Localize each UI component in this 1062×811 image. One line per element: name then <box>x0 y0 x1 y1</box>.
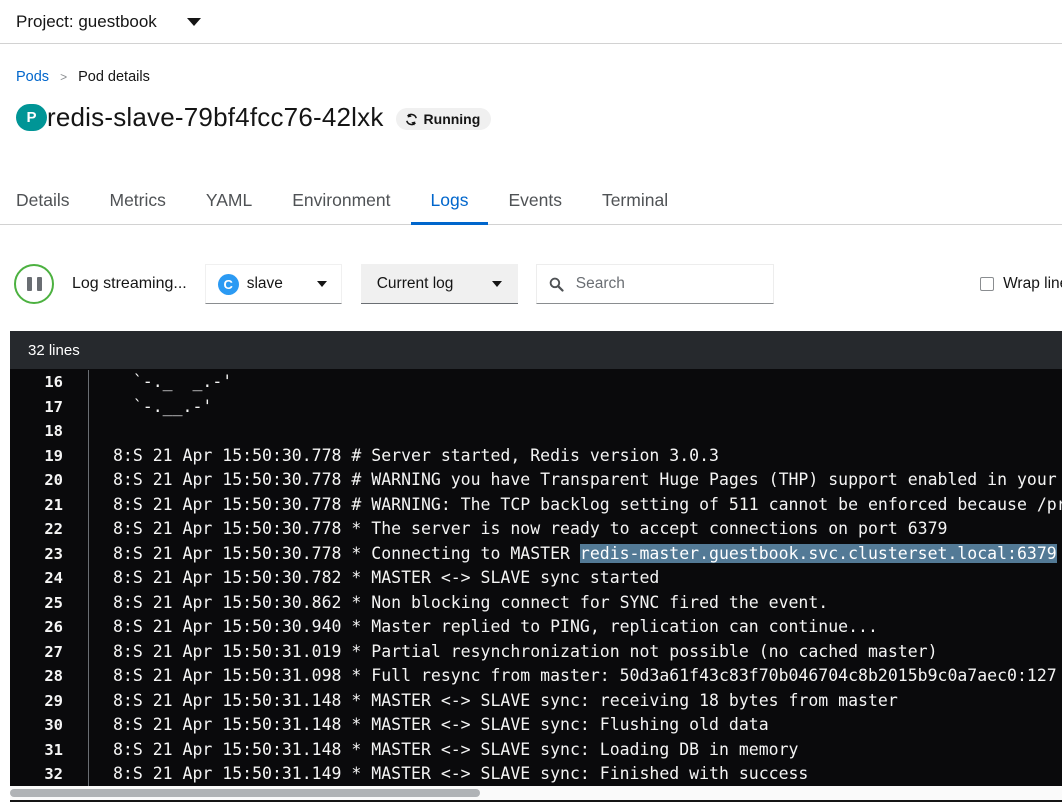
log-line: 26 8:S 21 Apr 15:50:30.940 * Master repli… <box>10 615 1062 640</box>
container-resource-icon: C <box>218 274 239 295</box>
log-line-number: 32 <box>10 762 63 786</box>
log-line-number: 17 <box>10 395 63 420</box>
page-title: redis-slave-79bf4fcc76-42lxk <box>47 102 384 133</box>
wrap-lines-control: Wrap lines <box>980 275 1062 293</box>
log-line-number: 22 <box>10 517 63 542</box>
log-line: 29 8:S 21 Apr 15:50:31.148 * MASTER <-> S… <box>10 689 1062 714</box>
breadcrumb-pods-link[interactable]: Pods <box>16 69 49 85</box>
log-line: 22 8:S 21 Apr 15:50:30.778 * The server i… <box>10 517 1062 542</box>
caret-down-icon <box>317 281 327 287</box>
log-line-number: 18 <box>10 419 63 444</box>
caret-down-icon <box>187 18 201 26</box>
tab-events[interactable]: Events <box>488 177 582 225</box>
log-line-number: 19 <box>10 444 63 469</box>
status-badge-label: Running <box>424 111 481 127</box>
log-line-number: 16 <box>10 370 63 395</box>
tabs: DetailsMetricsYAMLEnvironmentLogsEventsT… <box>0 177 1062 225</box>
log-line: 16 `-._ _.-' <box>10 370 1062 395</box>
log-line: 21 8:S 21 Apr 15:50:30.778 # WARNING: The… <box>10 493 1062 518</box>
tab-yaml[interactable]: YAML <box>186 177 272 225</box>
log-line-text: 8:S 21 Apr 15:50:30.862 * Non blocking c… <box>88 591 1062 616</box>
log-line-count: 32 lines <box>28 342 80 359</box>
log-line: 19 8:S 21 Apr 15:50:30.778 # Server start… <box>10 444 1062 469</box>
log-type-select-value: Current log <box>377 275 454 293</box>
sync-arrows-icon <box>405 113 418 126</box>
log-line: 27 8:S 21 Apr 15:50:31.019 * Partial resy… <box>10 640 1062 665</box>
log-line-text: 8:S 21 Apr 15:50:30.778 # WARNING: The T… <box>88 493 1062 518</box>
tab-environment[interactable]: Environment <box>272 177 410 225</box>
log-viewer: 32 lines 16 `-._ _.-'17 `-.__.-'18198:S … <box>10 331 1062 802</box>
log-line-number: 27 <box>10 640 63 665</box>
tab-metrics[interactable]: Metrics <box>90 177 186 225</box>
project-selector-label: Project: guestbook <box>16 12 157 32</box>
log-line: 28 8:S 21 Apr 15:50:31.098 * Full resync … <box>10 664 1062 689</box>
log-line-number: 23 <box>10 542 63 567</box>
log-line-text: 8:S 21 Apr 15:50:31.148 * MASTER <-> SLA… <box>88 738 1062 763</box>
log-line-text: `-.__.-' <box>88 395 1062 420</box>
log-streaming-status: Log streaming... <box>72 275 187 293</box>
log-viewer-header: 32 lines <box>10 331 1062 369</box>
pod-details-page: { "topbar": { "project_label": "Project:… <box>0 0 1062 811</box>
horizontal-scrollbar[interactable] <box>10 786 1062 800</box>
log-line-number: 28 <box>10 664 63 689</box>
log-line: 17 `-.__.-' <box>10 395 1062 420</box>
log-controls: Log streaming... C slave Current log Wra… <box>0 264 1062 304</box>
tab-details[interactable]: Details <box>16 177 90 225</box>
status-badge: Running <box>396 108 492 130</box>
wrap-lines-checkbox[interactable] <box>980 277 994 291</box>
page-header: P redis-slave-79bf4fcc76-42lxk Running <box>0 99 1062 135</box>
log-line-text: 8:S 21 Apr 15:50:30.778 * The server is … <box>88 517 1062 542</box>
angle-right-icon: > <box>60 70 67 84</box>
tab-logs[interactable]: Logs <box>411 177 489 225</box>
project-selector[interactable]: Project: guestbook <box>16 12 201 32</box>
log-line-text: 8:S 21 Apr 15:50:30.940 * Master replied… <box>88 615 1062 640</box>
pause-log-streaming-button[interactable] <box>14 264 54 304</box>
tab-terminal[interactable]: Terminal <box>582 177 688 225</box>
log-line-text: 8:S 21 Apr 15:50:30.778 # WARNING you ha… <box>88 468 1062 493</box>
log-type-select[interactable]: Current log <box>361 264 518 304</box>
log-line-text: 8:S 21 Apr 15:50:31.019 * Partial resync… <box>88 640 1062 665</box>
log-line-text: 8:S 21 Apr 15:50:30.778 * Connecting to … <box>88 542 1062 567</box>
log-search-input[interactable] <box>574 274 761 294</box>
log-line: 24 8:S 21 Apr 15:50:30.782 * MASTER <-> S… <box>10 566 1062 591</box>
caret-down-icon <box>492 281 502 287</box>
log-line: 31 8:S 21 Apr 15:50:31.148 * MASTER <-> S… <box>10 738 1062 763</box>
log-line: 30 8:S 21 Apr 15:50:31.148 * MASTER <-> S… <box>10 713 1062 738</box>
log-line: 25 8:S 21 Apr 15:50:30.862 * Non blocking… <box>10 591 1062 616</box>
log-body: 16 `-._ _.-'17 `-.__.-'18198:S 21 Apr 15… <box>10 369 1062 786</box>
log-line-text <box>88 419 1062 444</box>
log-line-number: 26 <box>10 615 63 640</box>
log-line-text: 8:S 21 Apr 15:50:31.098 * Full resync fr… <box>88 664 1062 689</box>
log-line-text: 8:S 21 Apr 15:50:31.149 * MASTER <-> SLA… <box>88 762 1062 786</box>
log-line: 32 8:S 21 Apr 15:50:31.149 * MASTER <-> S… <box>10 762 1062 786</box>
wrap-lines-label[interactable]: Wrap lines <box>1003 275 1062 293</box>
pause-icon <box>37 277 42 291</box>
pause-icon <box>27 277 32 291</box>
masthead-project-bar: Project: guestbook <box>0 0 1062 44</box>
log-line-text: 8:S 21 Apr 15:50:31.148 * MASTER <-> SLA… <box>88 689 1062 714</box>
log-line-number: 31 <box>10 738 63 763</box>
pod-resource-icon: P <box>16 104 47 131</box>
log-line-number: 25 <box>10 591 63 616</box>
container-select-value: slave <box>247 275 283 293</box>
container-select[interactable]: C slave <box>205 264 342 304</box>
magnifier-icon <box>549 277 564 292</box>
log-line: 23 8:S 21 Apr 15:50:30.778 * Connecting t… <box>10 542 1062 567</box>
log-line-number: 29 <box>10 689 63 714</box>
log-search-box <box>536 264 774 304</box>
log-line-text: `-._ _.-' <box>88 370 1062 395</box>
log-line-text: 8:S 21 Apr 15:50:30.782 * MASTER <-> SLA… <box>88 566 1062 591</box>
log-line-number: 30 <box>10 713 63 738</box>
log-line-number: 20 <box>10 468 63 493</box>
breadcrumb: Pods > Pod details <box>0 44 1062 86</box>
scrollbar-thumb[interactable] <box>10 789 480 797</box>
log-line-text: 8:S 21 Apr 15:50:30.778 # Server started… <box>88 444 1062 469</box>
log-search-highlight: redis-master.guestbook.svc.clusterset.lo… <box>580 544 1057 563</box>
log-line-number: 24 <box>10 566 63 591</box>
log-line-text: 8:S 21 Apr 15:50:31.148 * MASTER <-> SLA… <box>88 713 1062 738</box>
log-line: 18 <box>10 419 1062 444</box>
breadcrumb-current: Pod details <box>78 69 150 85</box>
log-line: 20 8:S 21 Apr 15:50:30.778 # WARNING you … <box>10 468 1062 493</box>
log-line-number: 21 <box>10 493 63 518</box>
